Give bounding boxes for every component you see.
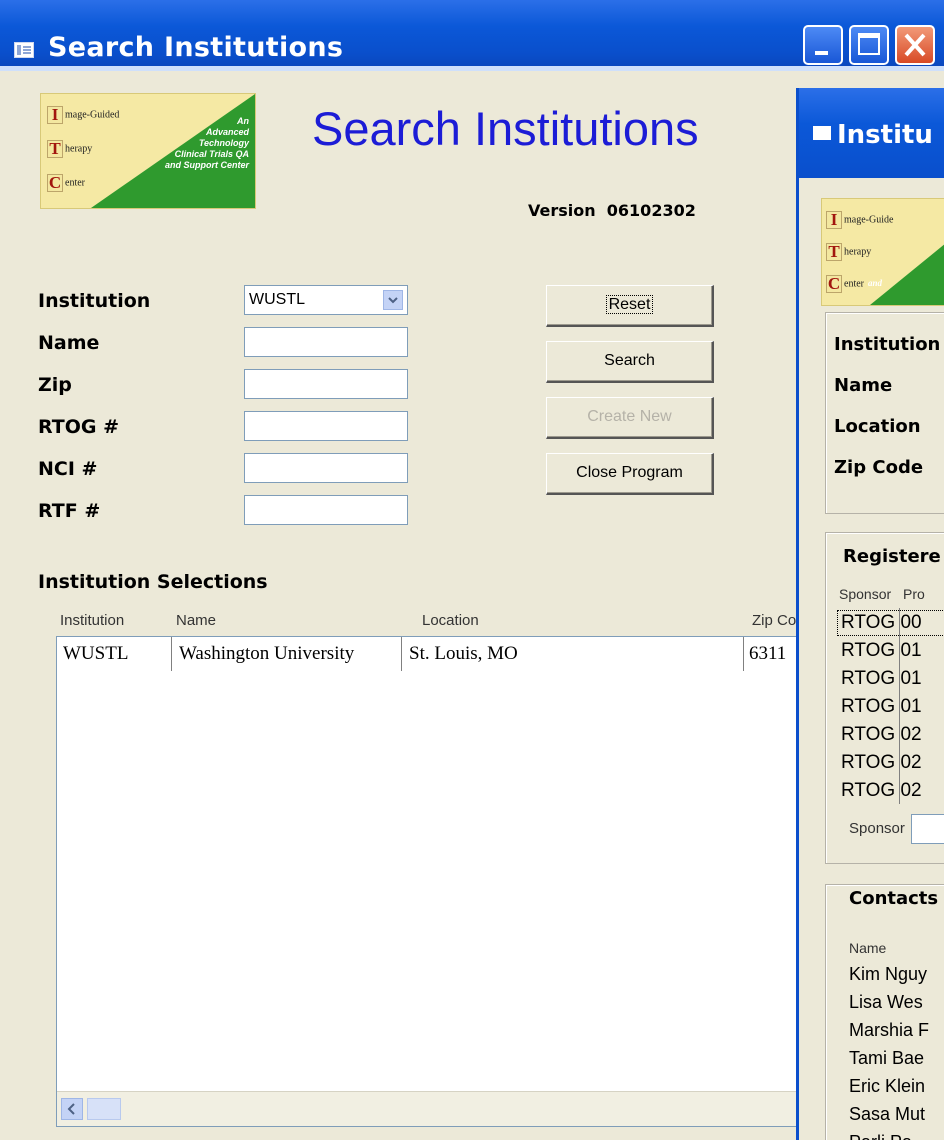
row-institution: WUSTL [63,643,129,664]
list-item[interactable]: RTOG 02 [841,752,922,774]
col-header-institution: Institution [60,612,125,629]
list-item[interactable]: RTOG 02 [841,780,922,802]
contact-item[interactable]: Eric Klein [849,1076,925,1097]
scroll-left-button[interactable] [61,1098,83,1120]
close-window-button[interactable] [895,25,935,65]
itc-logo: Image-Guided Therapy Center An Advanced … [40,93,256,209]
name-label: Name [38,332,100,354]
selections-title: Institution Selections [38,571,268,593]
search-window-client: Image-Guided Therapy Center An Advanced … [0,71,797,1140]
row-zip: 6311 [749,643,787,664]
registered-title: Registere [843,546,941,567]
create-new-button[interactable]: Create New [546,397,714,439]
zip-label: Zip [38,374,72,396]
form-icon [14,42,34,58]
logo-line-3: Center [47,173,85,192]
form-icon [813,126,831,140]
detail-institution-label: Institution [834,334,941,355]
reset-button[interactable]: Reset [546,285,714,327]
selections-list[interactable]: WUSTL Washington University St. Louis, M… [56,636,797,1127]
logo-tagline: An Advanced Technology Clinical Trials Q… [164,116,249,170]
list-item[interactable]: RTOG 02 [841,724,922,746]
col-header-protocol: Pro [903,586,925,602]
rtog-input[interactable] [244,411,408,441]
row-divider [171,637,172,671]
row-name: Washington University [179,643,355,664]
search-window-titlebar[interactable]: Search Institutions [0,0,944,66]
registered-list[interactable]: RTOG 00 RTOG 01 RTOG 01 RTOG 01 RTOG 02 … [837,608,944,804]
contact-item[interactable]: Kim Nguy [849,964,927,985]
list-item[interactable]: RTOG 01 [841,696,922,718]
maximize-icon [858,33,880,55]
version-label: Version 06102302 [528,201,696,220]
detail-window-title: Institu [837,120,933,150]
search-button[interactable]: Search [546,341,714,383]
nci-label: NCI # [38,458,98,480]
col-header-location: Location [422,612,479,629]
list-item[interactable]: RTOG 01 [841,668,922,690]
search-window-title: Search Institutions [48,32,344,63]
logo-line-1: Image-Guided [47,106,119,124]
reset-button-label: Reset [605,295,654,314]
contact-item[interactable]: Sasa Mut [849,1104,925,1125]
logo-line-1: Image-Guide [826,211,893,229]
logo-line-3: Center and [826,274,883,293]
contacts-title: Contacts [849,888,939,909]
col-header-name: Name [176,612,217,629]
detail-name-label: Name [834,375,893,396]
scroll-thumb[interactable] [87,1098,121,1120]
table-row[interactable]: WUSTL Washington University St. Louis, M… [57,637,797,671]
institution-select[interactable]: WUSTL [244,285,408,315]
row-divider [743,637,744,671]
minimize-icon [815,51,828,55]
nci-input[interactable] [244,453,408,483]
row-divider [401,637,402,671]
horizontal-scrollbar[interactable] [57,1091,797,1126]
contact-item[interactable]: Parli Pa [849,1132,912,1140]
rtog-label: RTOG # [38,416,120,438]
sponsor-filter-label: Sponsor [849,820,905,837]
rtf-input[interactable] [244,495,408,525]
logo-line-2: Therapy [826,243,871,261]
detail-location-label: Location [834,416,921,437]
contact-item[interactable]: Lisa Wes [849,992,923,1013]
detail-zip-label: Zip Code [834,457,924,478]
column-divider [899,608,900,804]
institution-detail-window: Institu Image-Guide Therapy Center and In… [796,88,944,1140]
chevron-down-icon[interactable] [383,290,403,310]
chevron-left-icon [67,1103,75,1115]
institution-label: Institution [38,290,151,312]
close-program-button[interactable]: Close Program [546,453,714,495]
minimize-button[interactable] [803,25,843,65]
contact-item[interactable]: Tami Bae [849,1048,924,1069]
maximize-button[interactable] [849,25,889,65]
sponsor-filter-input[interactable] [911,814,944,844]
institution-select-value: WUSTL [249,291,305,308]
rtf-label: RTF # [38,500,101,522]
page-heading: Search Institutions [312,102,699,155]
col-header-contact-name: Name [849,940,887,956]
list-item[interactable]: RTOG 00 [841,612,922,634]
detail-itc-logo: Image-Guide Therapy Center and [821,198,944,306]
list-item[interactable]: RTOG 01 [841,640,922,662]
detail-window-titlebar[interactable]: Institu [799,88,944,178]
row-location: St. Louis, MO [409,643,518,664]
name-input[interactable] [244,327,408,357]
col-header-zip: Zip Co [752,612,797,629]
zip-input[interactable] [244,369,408,399]
close-icon [904,33,926,57]
contact-item[interactable]: Marshia F [849,1020,929,1041]
logo-line-2: Therapy [47,140,92,158]
col-header-sponsor: Sponsor [839,586,892,602]
